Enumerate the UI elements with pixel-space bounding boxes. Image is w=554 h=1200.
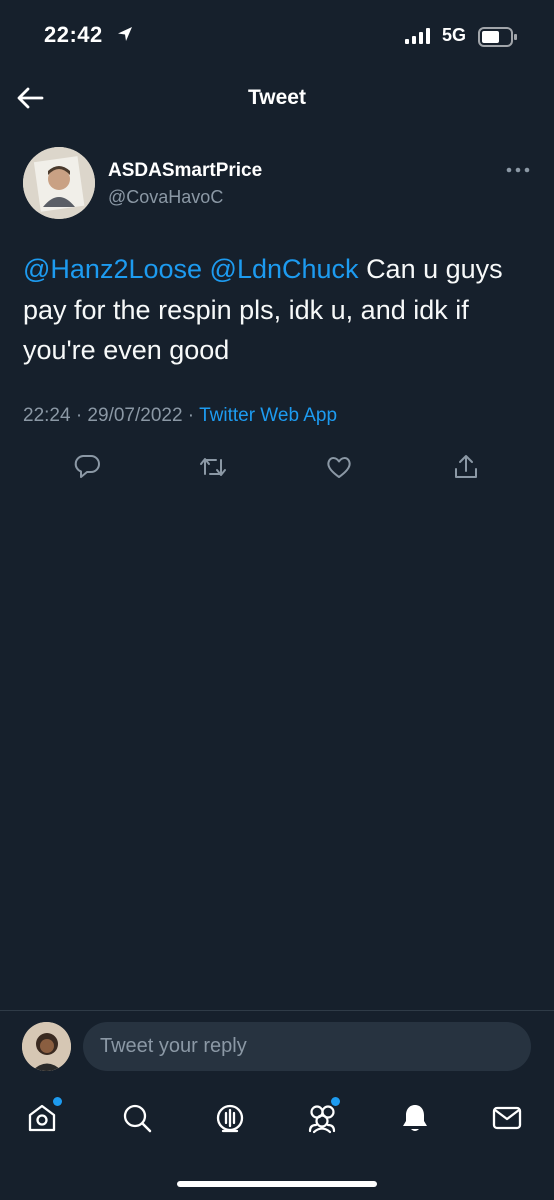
author-name[interactable]: ASDASmartPrice — [108, 160, 262, 182]
tab-spaces[interactable] — [210, 1098, 250, 1138]
retweet-button[interactable] — [197, 451, 229, 483]
search-icon — [123, 1104, 152, 1133]
reply-icon — [74, 455, 100, 478]
network-type: 5G — [442, 25, 467, 45]
communities-notification-dot — [331, 1097, 340, 1106]
author-avatar[interactable] — [23, 147, 95, 219]
like-button[interactable] — [323, 451, 355, 483]
home-icon — [28, 1104, 56, 1132]
user-avatar[interactable] — [22, 1022, 71, 1071]
tab-home[interactable] — [22, 1097, 62, 1138]
reply-button[interactable] — [71, 451, 103, 483]
home-indicator — [177, 1181, 377, 1187]
messages-icon — [492, 1106, 522, 1130]
share-button[interactable] — [450, 451, 482, 483]
tab-communities[interactable] — [302, 1097, 342, 1138]
signal-bars-icon — [405, 28, 431, 49]
communities-icon — [308, 1105, 336, 1134]
more-options-button[interactable] — [505, 163, 531, 177]
page-title: Tweet — [248, 86, 306, 109]
more-dots-icon — [506, 167, 530, 173]
retweet-icon — [200, 458, 226, 476]
spaces-icon — [216, 1104, 244, 1133]
tweet-source-link[interactable]: Twitter Web App — [199, 405, 337, 426]
home-notification-dot — [53, 1097, 62, 1106]
mention-link[interactable]: @LdnChuck — [210, 254, 359, 284]
tab-notifications[interactable] — [395, 1098, 435, 1138]
author-handle[interactable]: @CovaHavoC — [108, 187, 223, 208]
tweet-timestamp: 22:24 · 29/07/2022 · — [23, 405, 200, 426]
mention-link[interactable]: @Hanz2Loose — [23, 254, 202, 284]
tweet-text: @Hanz2Loose @LdnChuck Can u guys pay for… — [23, 249, 533, 371]
share-icon — [455, 455, 477, 478]
status-time: 22:42 — [44, 22, 103, 47]
location-arrow-icon — [116, 25, 134, 48]
like-icon — [327, 457, 351, 478]
battery-icon — [478, 27, 518, 52]
notifications-icon — [403, 1105, 427, 1131]
tab-search[interactable] — [117, 1098, 157, 1138]
divider — [0, 1010, 554, 1011]
reply-placeholder: Tweet your reply — [100, 1035, 247, 1057]
back-arrow-icon — [17, 87, 44, 109]
back-button[interactable] — [14, 82, 46, 114]
tweet-meta: 22:24 · 29/07/2022 · Twitter Web App — [23, 405, 337, 427]
tab-messages[interactable] — [487, 1098, 527, 1138]
